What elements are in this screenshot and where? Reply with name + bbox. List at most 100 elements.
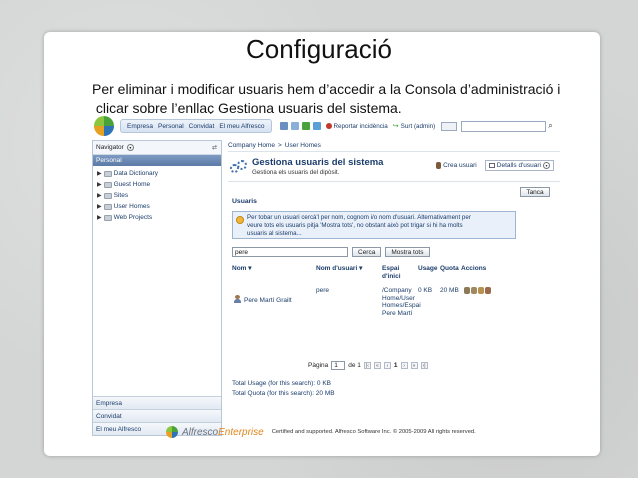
user-groups-icon[interactable]	[478, 287, 484, 294]
search-icon[interactable]: ⌕	[548, 121, 552, 131]
total-usage: Total Usage (for this search): 0 KB	[232, 380, 331, 387]
sort-icon: ▾	[359, 265, 363, 272]
table-row: Pere Martí Grailt pere /Company Home/Use…	[232, 287, 522, 327]
slide-text-line-1: Per eliminar i modificar usuaris hem d’a…	[92, 81, 561, 97]
user-icon	[234, 295, 241, 303]
tab-convidat[interactable]: Convidat	[189, 123, 215, 130]
total-quota: Total Quota (for this search): 20 MB	[232, 390, 335, 397]
section-empresa[interactable]: Empresa	[93, 396, 221, 409]
user-add-icon	[436, 162, 442, 169]
breadcrumb-company-home[interactable]: Company Home	[228, 142, 275, 149]
folder-tree: ▶ Data Dictionary ▶ Guest Home ▶ Sites ▶…	[93, 166, 221, 225]
logout-link[interactable]: ↪ Surt (admin)	[392, 122, 436, 131]
page-subtitle: Gestiona els usuaris del dipòsit.	[252, 169, 340, 176]
folder-icon	[103, 203, 112, 210]
last-page-icon[interactable]: ›|	[420, 362, 428, 369]
column-home-space[interactable]: Espai d'inici	[382, 265, 401, 281]
column-quota[interactable]: Quota	[440, 265, 459, 273]
navigator-label: Navigator	[96, 144, 124, 151]
user-quota: 20 MB	[440, 287, 459, 294]
info-icon	[236, 216, 244, 224]
chevron-down-icon[interactable]: ▾	[126, 144, 134, 151]
page-header: Gestiona usuaris del sistema Gestiona el…	[228, 152, 560, 182]
report-issue-link[interactable]: Reportar incidència	[325, 123, 388, 130]
create-user-link[interactable]: Crea usuari	[436, 162, 477, 169]
expand-icon[interactable]: ▶	[97, 214, 102, 221]
group-icon[interactable]	[301, 122, 310, 130]
slide-title: Configuració	[246, 34, 392, 64]
user-profile-icon[interactable]	[290, 122, 299, 130]
tree-item-sites[interactable]: ▶ Sites	[97, 190, 217, 201]
page-number-input[interactable]: 1	[331, 361, 346, 370]
change-password-icon[interactable]	[471, 287, 477, 294]
help-icon[interactable]	[312, 122, 321, 130]
admin-console-icon[interactable]	[279, 122, 288, 130]
chevron-down-icon: ▾	[543, 162, 550, 169]
logout-icon: ↪	[392, 123, 399, 130]
bug-icon	[325, 123, 332, 129]
navigator-sidebar: Navigator ▾ ⇄ Personal ▶ Data Dictionary…	[92, 140, 222, 436]
sort-icon: ▾	[248, 265, 252, 272]
tree-item-user-homes[interactable]: ▶ User Homes	[97, 201, 217, 212]
close-button[interactable]: Tanca	[520, 187, 550, 197]
global-search-input[interactable]	[461, 120, 547, 132]
user-username: pere	[316, 287, 330, 294]
delete-user-icon[interactable]	[485, 287, 491, 294]
alfresco-logo-icon	[94, 116, 114, 136]
tab-empresa[interactable]: Empresa	[127, 123, 153, 130]
tab-personal[interactable]: Personal	[158, 123, 184, 130]
breadcrumb-user-homes[interactable]: User Homes	[285, 142, 321, 149]
expand-icon[interactable]: ▶	[97, 170, 102, 177]
expand-icon[interactable]: ▶	[97, 192, 102, 199]
user-home-space[interactable]: /Company Home/User Homes/Espai Pere Mart…	[382, 287, 421, 317]
folder-icon	[103, 181, 112, 188]
first-page-icon[interactable]: |‹	[363, 362, 371, 369]
users-panel-title: Usuaris	[232, 198, 257, 205]
tree-item-guest-home[interactable]: ▶ Guest Home	[97, 179, 217, 190]
breadcrumb: Company Home > User Homes	[228, 140, 560, 152]
search-button[interactable]: Cerca	[352, 247, 382, 257]
folder-icon	[103, 170, 112, 177]
column-usage[interactable]: Usage	[418, 265, 438, 273]
users-table-header: Nom ▾ Nom d'usuari ▾ Espai d'inici Usage…	[232, 265, 522, 287]
toolbar-icons	[279, 122, 321, 130]
prev-icon[interactable]: ‹	[383, 362, 391, 369]
user-usage: 0 KB	[418, 287, 433, 294]
user-details-menu[interactable]: Detalls d'usuari ▾	[484, 160, 554, 171]
page-of-label: de 1	[348, 362, 361, 369]
alfresco-screenshot: Empresa Personal Convidat El meu Alfresc…	[90, 114, 562, 444]
user-name[interactable]: Pere Martí Grailt	[244, 297, 292, 305]
tree-item-data-dictionary[interactable]: ▶ Data Dictionary	[97, 168, 217, 179]
section-personal[interactable]: Personal	[93, 155, 221, 166]
search-options-dropdown[interactable]	[441, 121, 458, 131]
folder-icon	[103, 214, 112, 221]
page-label: Pàgina	[308, 362, 329, 369]
page-actions: Crea usuari Detalls d'usuari ▾	[436, 160, 554, 171]
next-icon[interactable]: ›	[400, 362, 408, 369]
column-name[interactable]: Nom ▾	[232, 265, 252, 273]
page-title: Gestiona usuaris del sistema	[252, 157, 384, 168]
pagination: Pàgina 1 de 1 |‹ « ‹ 1 › » ›|	[308, 361, 428, 370]
details-icon	[488, 163, 495, 168]
tab-el-meu-alfresco[interactable]: El meu Alfresco	[219, 123, 264, 130]
copyright-text: Certified and supported. Alfresco Softwa…	[271, 429, 476, 435]
expand-icon[interactable]: ▶	[97, 203, 102, 210]
users-panel: Usuaris Per tobar un usuari cercà'l per …	[232, 198, 522, 398]
column-username[interactable]: Nom d'usuari ▾	[316, 265, 362, 273]
section-convidat[interactable]: Convidat	[93, 409, 221, 422]
app-footer: AlfrescoEnterprise Certified and support…	[166, 425, 476, 439]
show-all-button[interactable]: Mostra tots	[385, 247, 430, 257]
top-toolbar: Empresa Personal Convidat El meu Alfresc…	[90, 114, 562, 138]
modify-user-icon[interactable]	[464, 287, 470, 294]
alfresco-footer-logo-icon	[166, 426, 178, 438]
expand-icon[interactable]: ▶	[97, 181, 102, 188]
user-search-input[interactable]: pere	[232, 247, 348, 257]
main-content: Company Home > User Homes Gestiona usuar…	[228, 140, 560, 440]
tree-item-web-projects[interactable]: ▶ Web Projects	[97, 212, 217, 223]
gears-icon	[230, 159, 248, 174]
next-page-icon[interactable]: »	[410, 362, 418, 369]
prev-page-icon[interactable]: «	[373, 362, 381, 369]
folder-icon	[103, 192, 112, 199]
pin-icon[interactable]: ⇄	[212, 144, 217, 151]
user-actions	[464, 287, 491, 294]
